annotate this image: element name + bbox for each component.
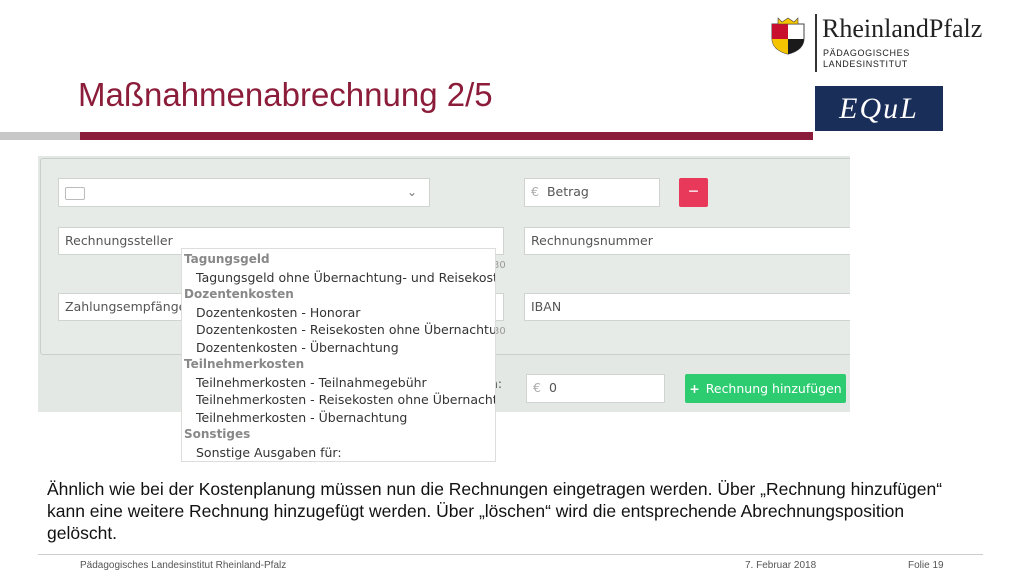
dropdown-option[interactable]: Dozentenkosten - Übernachtung [182,339,495,357]
dropdown-option[interactable]: Dozentenkosten - Honorar [182,304,495,322]
euro-icon: € [533,380,541,395]
dropdown-option[interactable]: Teilnehmerkosten - Übernachtung [182,409,495,427]
chevron-down-icon: ⌄ [407,185,418,199]
add-invoice-button[interactable]: + Rechnung hinzufügen [685,374,846,403]
dropdown-group-header: Teilnehmerkosten [184,357,305,371]
dropdown-group-header: Sonstiges [184,427,251,441]
logo-sub-line1: PÄDAGOGISCHES [823,48,910,58]
title-rule-accent [80,132,813,140]
dropdown-group-header: Dozentenkosten [184,287,294,301]
dropdown-option[interactable]: Sonstige Ausgaben für: [182,444,495,462]
coat-of-arms-icon [768,16,808,56]
logo-subtitle: PÄDAGOGISCHES LANDESINSTITUT [823,48,910,70]
dropdown-list: Tagungsgeld Tagungsgeld ohne Übernachtung… [182,249,495,461]
slide-title: Maßnahmenabrechnung 2/5 [78,76,493,113]
amount-input[interactable]: € Betrag [524,178,660,207]
payee-placeholder: Zahlungsempfänger [65,299,192,314]
dropdown-option[interactable]: Teilnehmerkosten - Reisekosten ohne Über… [182,391,495,409]
logo-name: RheinlandPfalz [822,14,983,43]
partner-logo: EQuL [815,86,943,131]
cost-category-select[interactable]: ⌄ [58,178,430,207]
dropdown-option[interactable]: Tagungsgeld ohne Übernachtung- und Reise… [182,269,495,287]
iban-input[interactable]: IBAN [524,293,850,321]
footer-institute: Pädagogisches Landesinstitut Rheinland-P… [80,560,287,571]
footer-date: 7. Februar 2018 [745,560,817,571]
total-amount-input[interactable]: €0 [526,374,665,403]
title-rule-grey [0,132,80,140]
iban-placeholder: IBAN [531,299,562,314]
dropdown-group-header: Tagungsgeld [184,252,270,266]
add-invoice-label: Rechnung hinzufügen [705,381,842,396]
money-icon [65,187,85,200]
logo-sub-line2: LANDESINSTITUT [823,59,908,69]
invoice-number-input[interactable]: Rechnungsnummer [524,227,850,255]
dropdown-option[interactable]: Dozentenkosten - Reisekosten ohne Überna… [182,321,495,339]
footer-page: Folie 19 [908,560,944,571]
slide-body-text: Ähnlich wie bei der Kostenplanung müssen… [47,479,943,543]
amount-placeholder: Betrag [546,184,589,199]
issuer-placeholder: Rechnungssteller [65,233,173,248]
cost-category-dropdown: Tagungsgeld Tagungsgeld ohne Übernachtung… [181,248,496,462]
plus-icon: + [689,381,700,396]
invoice-number-placeholder: Rechnungsnummer [531,233,653,248]
dropdown-option[interactable]: Teilnehmerkosten - Teilnahmegebühr [182,374,495,392]
total-value: 0 [548,380,557,395]
logo-separator [815,14,817,72]
footer-rule [38,554,983,555]
remove-invoice-button[interactable]: − [679,178,708,207]
euro-icon: € [531,184,539,199]
